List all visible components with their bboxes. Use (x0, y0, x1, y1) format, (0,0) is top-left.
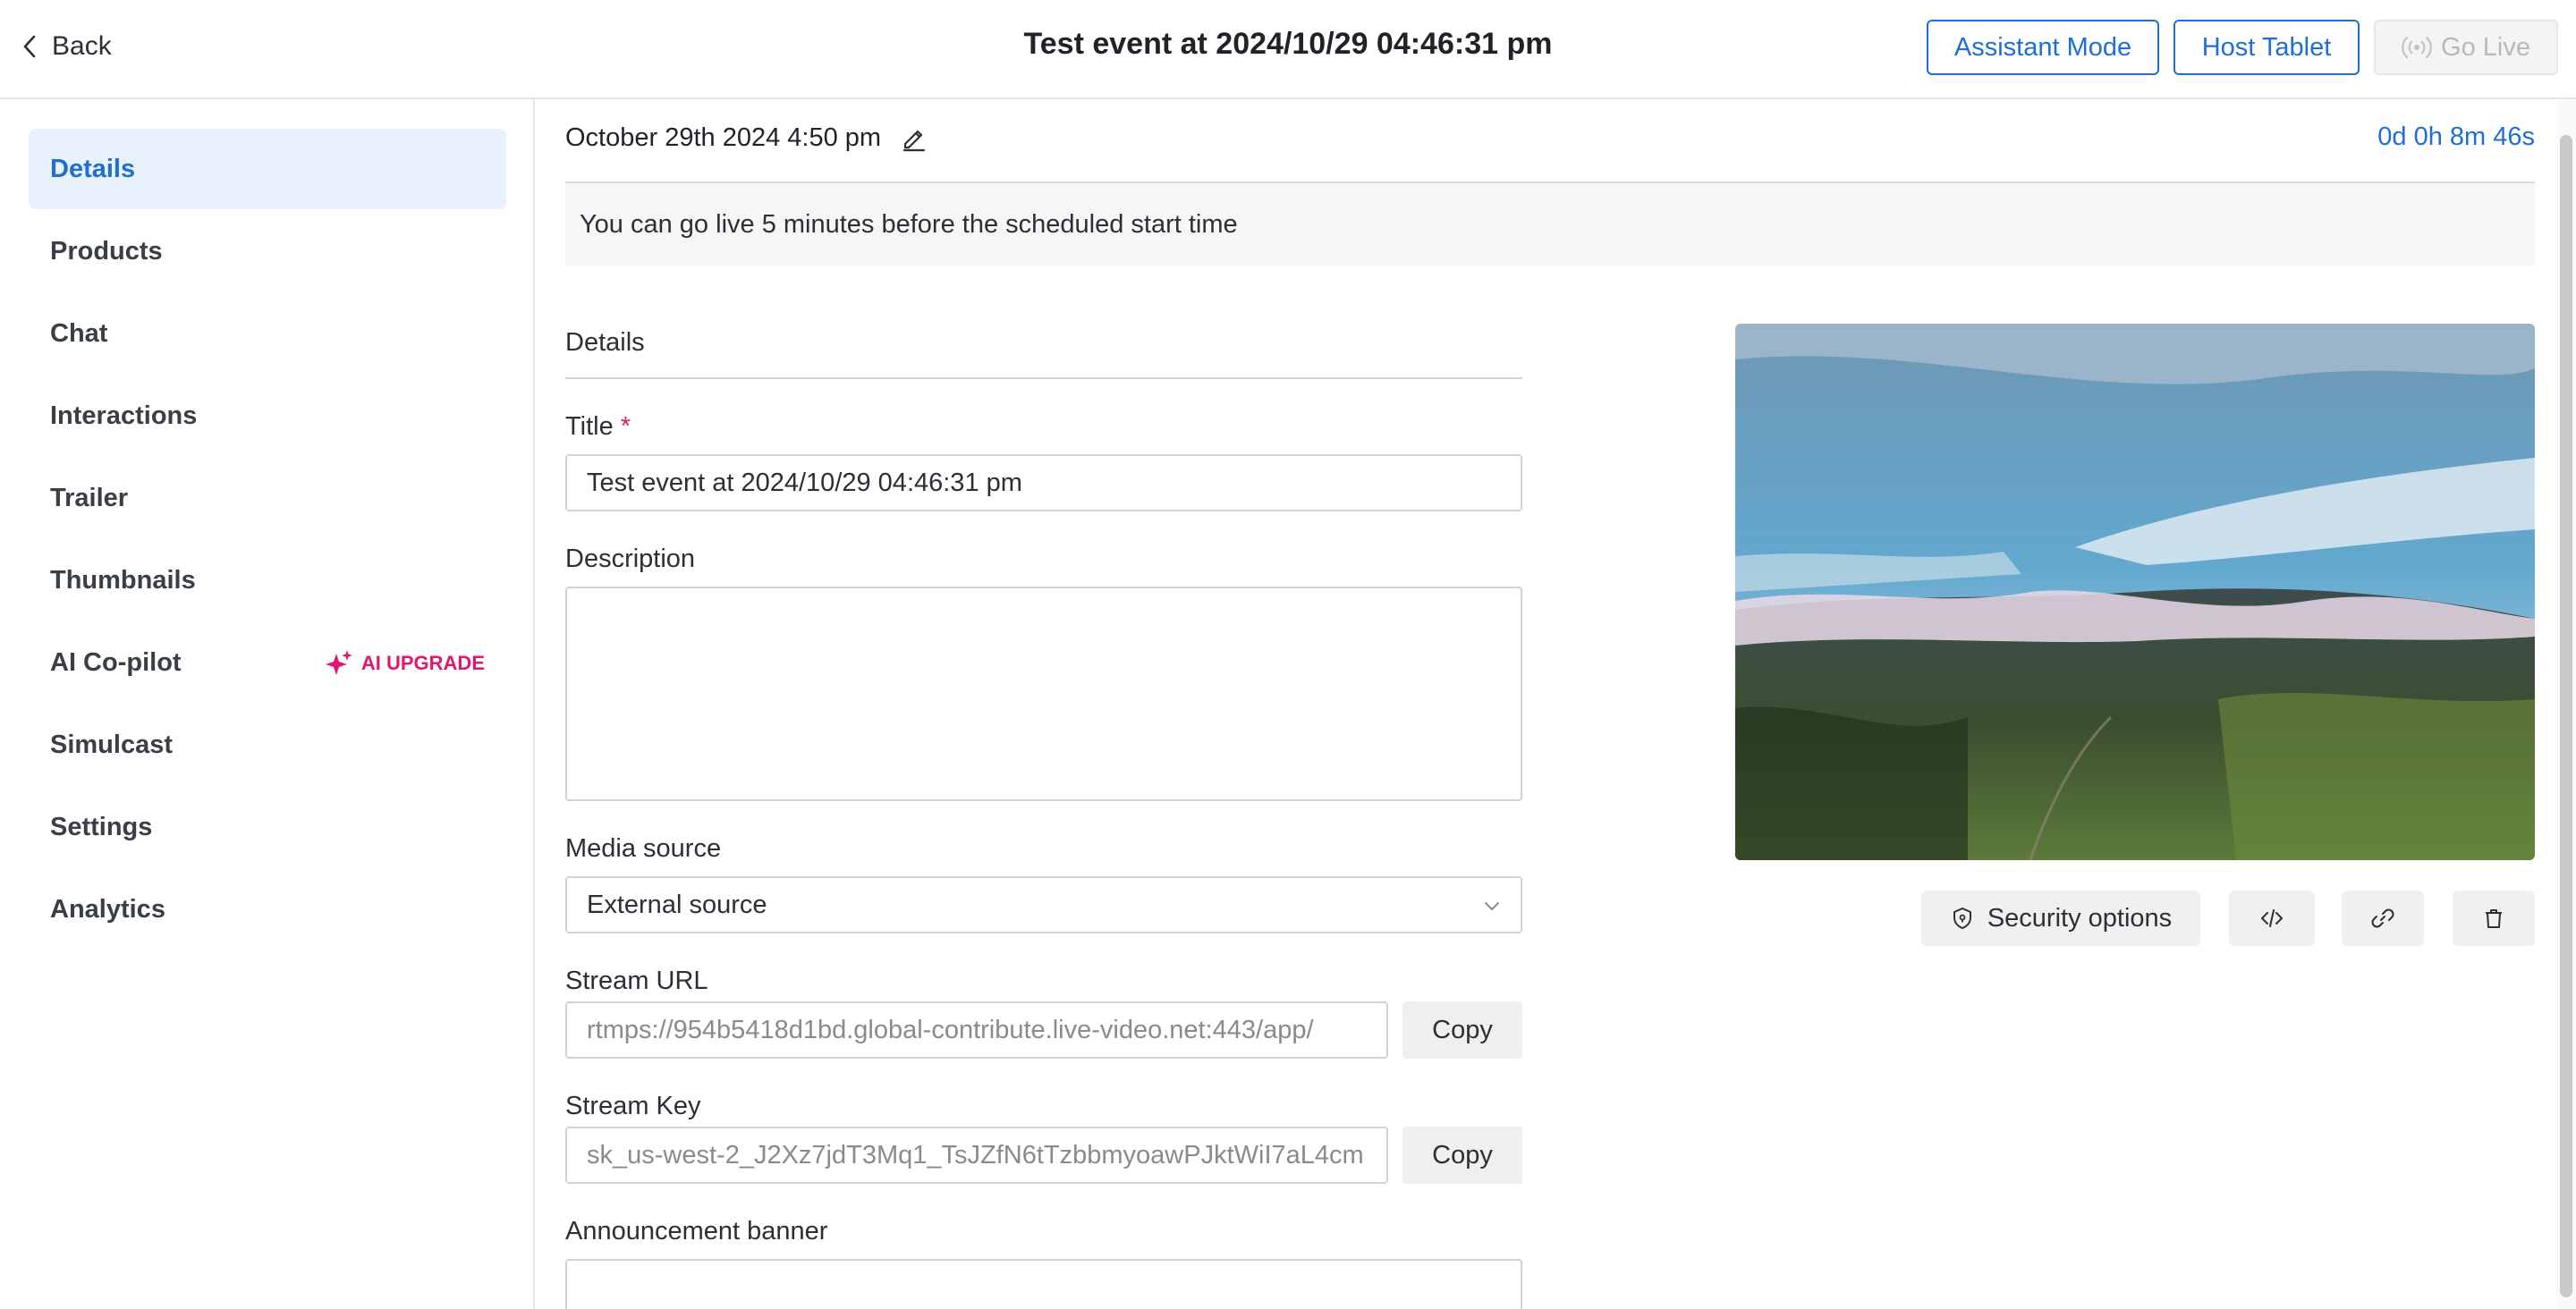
title-label-text: Title (565, 412, 614, 441)
stream-key-label: Stream Key (565, 1092, 701, 1120)
pencil-icon[interactable] (899, 122, 929, 153)
media-source-select[interactable]: External source (565, 876, 1522, 933)
description-input[interactable] (565, 587, 1522, 801)
copy-stream-url-button[interactable]: Copy (1402, 1001, 1522, 1059)
sidebar-item-thumbnails[interactable]: Thumbnails (29, 540, 506, 621)
sidebar-item-label: Settings (50, 812, 153, 841)
title-label: Title * (565, 412, 631, 442)
go-live-label: Go Live (2441, 32, 2530, 62)
copy-link-button[interactable] (2342, 891, 2424, 946)
scheduled-date: October 29th 2024 4:50 pm (565, 122, 882, 152)
sidebar-item-analytics[interactable]: Analytics (29, 869, 506, 950)
main-content: October 29th 2024 4:50 pm 0d 0h 8m 46s Y… (537, 99, 2576, 1309)
scrollbar-thumb[interactable] (2560, 135, 2572, 1297)
title-input[interactable] (565, 454, 1522, 511)
sidebar-item-label: AI Co-pilot (50, 647, 182, 677)
sidebar-item-chat[interactable]: Chat (29, 293, 506, 374)
sparkle-icon (325, 650, 352, 675)
go-live-notice: You can go live 5 minutes before the sch… (565, 183, 2535, 266)
delete-button[interactable] (2453, 891, 2535, 946)
sidebar-item-simulcast[interactable]: Simulcast (29, 705, 506, 785)
security-options-button[interactable]: Security options (1921, 891, 2200, 946)
host-tablet-button[interactable]: Host Tablet (2174, 20, 2360, 75)
section-divider (565, 377, 1522, 379)
sidebar-item-label: Products (50, 236, 163, 266)
broadcast-icon (2402, 36, 2432, 59)
go-live-button: Go Live (2374, 20, 2558, 75)
back-button[interactable]: Back (20, 27, 112, 66)
section-title: Details (565, 328, 645, 357)
sidebar-item-label: Interactions (50, 401, 198, 430)
embed-code-button[interactable] (2229, 891, 2315, 946)
stream-key-input[interactable] (565, 1127, 1388, 1184)
scrollbar[interactable] (2556, 99, 2576, 1309)
sidebar-item-products[interactable]: Products (29, 211, 506, 291)
announcement-input[interactable] (565, 1259, 1522, 1309)
media-source-label: Media source (565, 834, 722, 863)
back-label: Back (52, 31, 112, 61)
sidebar: Details Products Chat Interactions Trail… (0, 99, 535, 1309)
top-bar: Back Test event at 2024/10/29 04:46:31 p… (0, 0, 2576, 99)
sidebar-item-label: Details (50, 154, 136, 183)
copy-stream-key-button[interactable]: Copy (1402, 1127, 1522, 1184)
chevron-down-icon (1485, 902, 1499, 910)
chevron-left-icon (23, 35, 36, 58)
assistant-mode-button[interactable]: Assistant Mode (1927, 20, 2159, 75)
thumbnail-image (1735, 324, 2535, 860)
sidebar-item-label: Simulcast (50, 730, 173, 759)
announcement-label: Announcement banner (565, 1217, 828, 1246)
media-source-value: External source (587, 890, 767, 919)
sidebar-item-trailer[interactable]: Trailer (29, 458, 506, 538)
countdown-timer: 0d 0h 8m 46s (2377, 122, 2535, 151)
stream-url-label: Stream URL (565, 967, 708, 995)
sidebar-item-ai-copilot[interactable]: AI Co-pilot AI UPGRADE (29, 622, 506, 703)
ai-upgrade-label: AI UPGRADE (360, 652, 485, 674)
link-icon (2371, 908, 2394, 928)
sidebar-item-label: Analytics (50, 894, 165, 924)
security-options-label: Security options (1987, 903, 2173, 933)
code-icon (2261, 909, 2283, 927)
schedule-row: October 29th 2024 4:50 pm (565, 122, 929, 153)
sidebar-item-settings[interactable]: Settings (29, 787, 506, 867)
sidebar-item-label: Chat (50, 318, 108, 348)
stream-url-input[interactable] (565, 1001, 1388, 1059)
description-label: Description (565, 545, 696, 573)
sidebar-item-details[interactable]: Details (29, 129, 506, 209)
shield-icon (1953, 908, 1971, 929)
trash-icon (2486, 909, 2502, 928)
ai-upgrade-badge: AI UPGRADE (324, 648, 485, 679)
sidebar-item-label: Thumbnails (50, 565, 196, 595)
sidebar-item-interactions[interactable]: Interactions (29, 376, 506, 456)
required-marker: * (620, 412, 631, 441)
sidebar-item-label: Trailer (50, 483, 129, 512)
